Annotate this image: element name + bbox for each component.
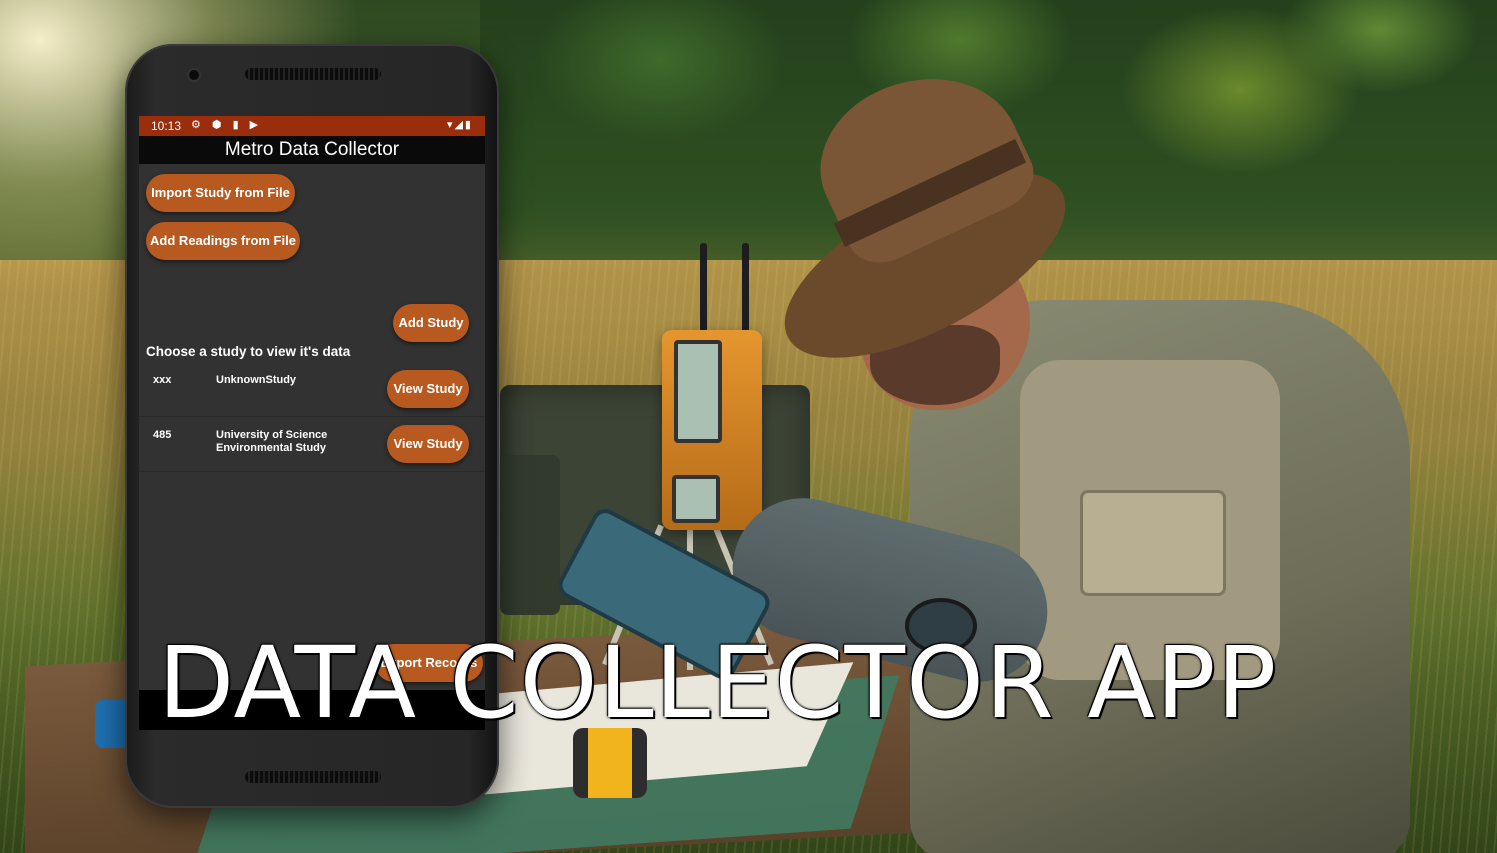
bottom-speaker	[245, 771, 381, 783]
app-title: Metro Data Collector	[224, 139, 400, 160]
status-bar: 10:13 ⚙ ⬢ ▮ ▶ ▾◢▮	[139, 116, 485, 136]
study-id: 485	[153, 429, 172, 441]
view-study-button[interactable]: View Study	[387, 370, 469, 408]
add-readings-button[interactable]: Add Readings from File	[146, 222, 300, 260]
antenna-right	[742, 243, 749, 338]
front-camera-icon	[189, 70, 199, 80]
equipment-case-small	[500, 455, 560, 615]
import-study-button[interactable]: Import Study from File	[146, 174, 295, 212]
study-row: xxx UnknownStudy View Study	[139, 362, 485, 417]
headline-title: DATA COLLECTOR APP	[158, 626, 1278, 741]
antenna-left	[700, 243, 707, 338]
app-bar: Metro Data Collector	[139, 136, 485, 164]
study-row: 485 University of Science Environmental …	[139, 417, 485, 472]
add-study-button[interactable]: Add Study	[393, 304, 469, 342]
study-id: xxx	[153, 374, 172, 386]
earpiece-speaker	[245, 68, 381, 80]
status-time: 10:13	[151, 119, 182, 133]
status-signal-battery-icons: ▾◢▮	[446, 119, 473, 131]
status-notification-icons: ⚙ ⬢ ▮ ▶	[191, 119, 263, 131]
view-study-button[interactable]: View Study	[387, 425, 469, 463]
study-list-prompt: Choose a study to view it's data	[146, 344, 351, 359]
survey-instrument	[662, 330, 762, 530]
study-name: University of Science Environmental Stud…	[216, 429, 328, 454]
study-name: UnknownStudy	[216, 374, 297, 386]
